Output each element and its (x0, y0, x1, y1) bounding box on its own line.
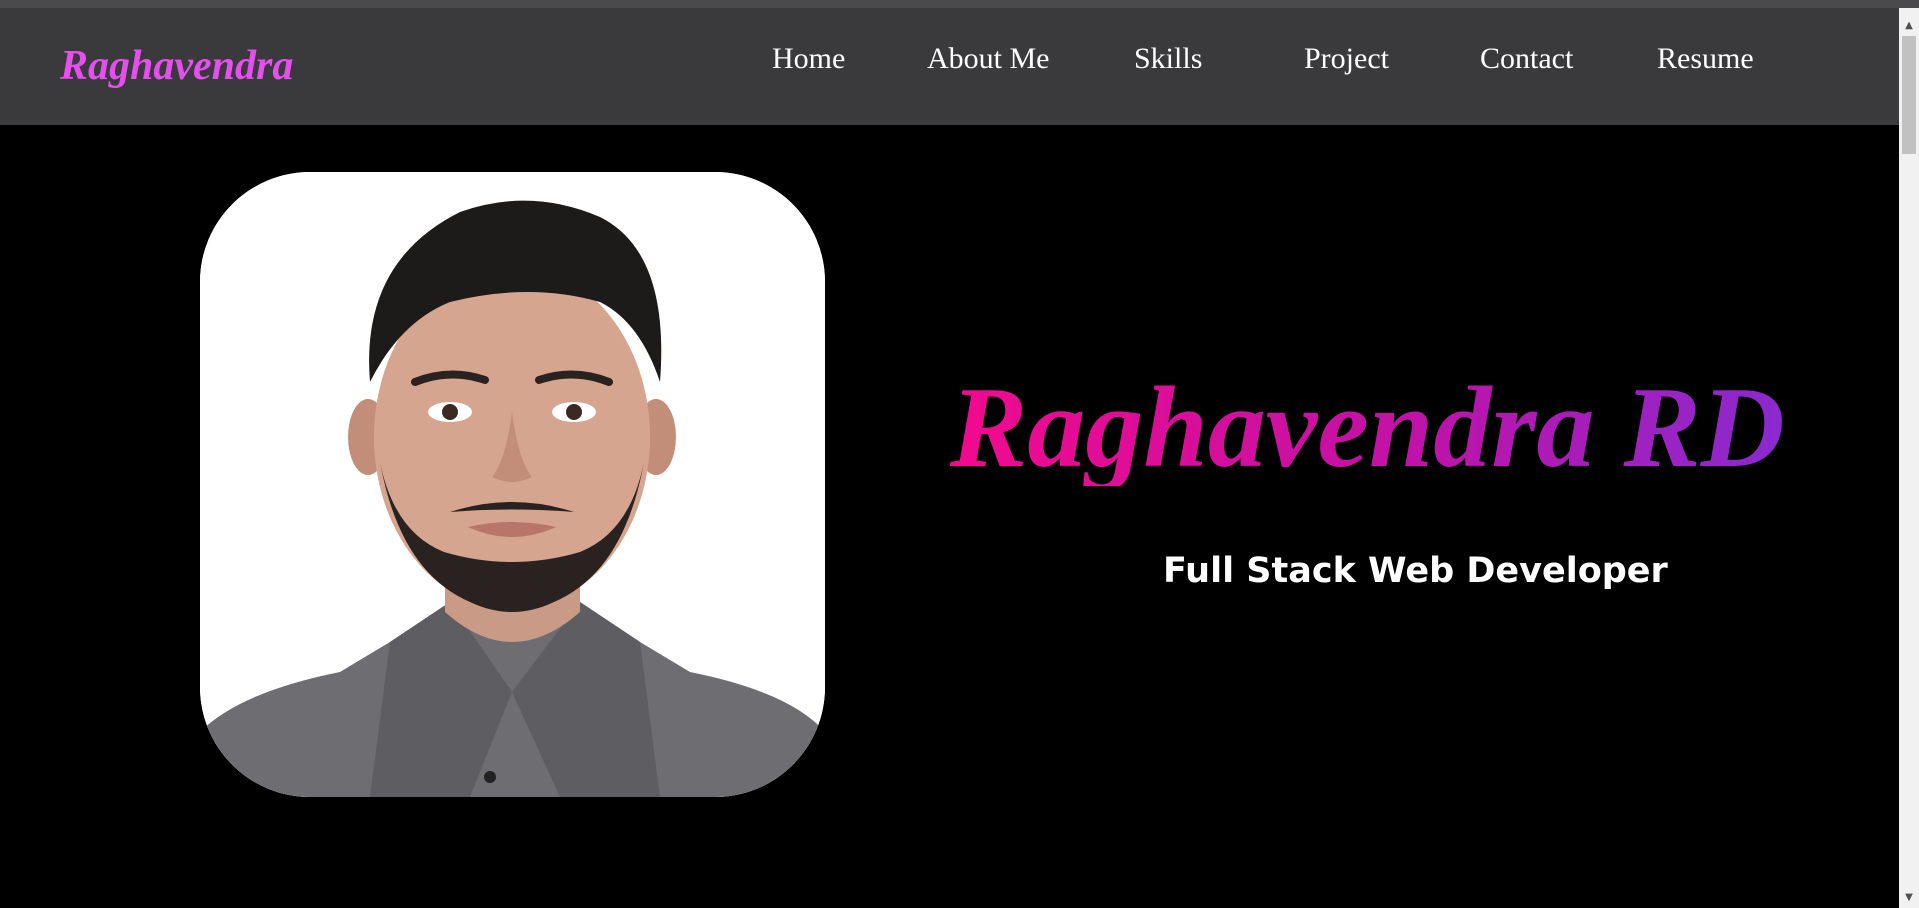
navbar: Raghavendra Home About Me Skills Project… (0, 8, 1899, 125)
browser-top-edge (0, 0, 1919, 8)
hero-name-heading: Raghavendra RD (950, 364, 1785, 492)
nav-project[interactable]: Project (1304, 42, 1389, 76)
scrollbar-thumb[interactable] (1902, 36, 1916, 154)
profile-portrait-illustration (200, 172, 825, 797)
profile-photo (200, 172, 825, 797)
hero-subtitle: Full Stack Web Developer (1163, 551, 1668, 591)
scroll-down-arrow-icon[interactable]: ▼ (1899, 888, 1919, 908)
nav-home[interactable]: Home (772, 42, 845, 76)
page-scrollbar[interactable]: ▲ ▼ (1899, 8, 1919, 908)
nav-about-me[interactable]: About Me (927, 42, 1050, 76)
scroll-up-arrow-icon[interactable]: ▲ (1899, 16, 1919, 36)
nav-resume[interactable]: Resume (1657, 42, 1754, 76)
nav-contact[interactable]: Contact (1480, 42, 1573, 76)
nav-skills[interactable]: Skills (1134, 42, 1202, 76)
brand-logo[interactable]: Raghavendra (60, 42, 293, 90)
hero-section: Raghavendra RD Full Stack Web Developer (0, 125, 1899, 908)
